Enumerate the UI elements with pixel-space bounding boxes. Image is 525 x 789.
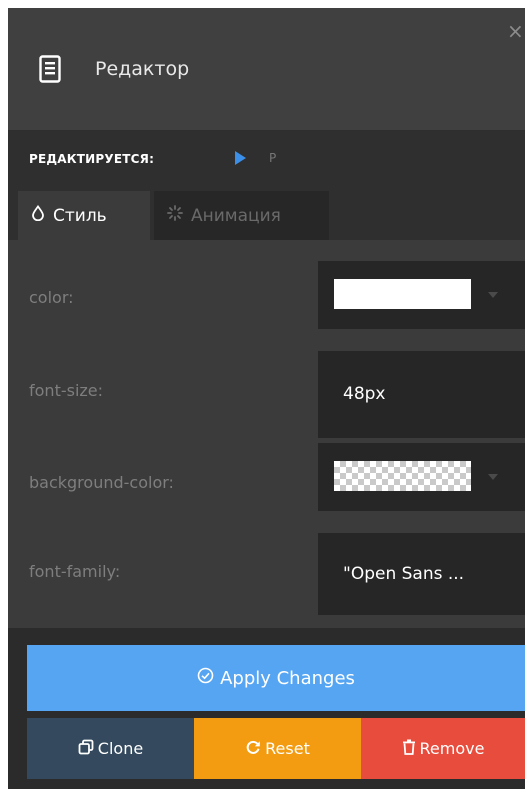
- editor-panel: Редактор × РЕДАКТИРУЕТСЯ: P Стиль Анимац…: [8, 8, 525, 789]
- editor-title: Редактор: [95, 58, 190, 80]
- clone-button[interactable]: Clone: [27, 718, 194, 779]
- chevron-down-icon: [488, 474, 498, 480]
- editing-status-bar: РЕДАКТИРУЕТСЯ: P: [8, 131, 525, 186]
- remove-button[interactable]: Remove: [361, 718, 525, 779]
- editing-target: P: [269, 151, 277, 165]
- check-circle-icon: [197, 667, 214, 689]
- prop-label-background-color: background-color:: [29, 473, 174, 492]
- tab-animation-label: Анимация: [191, 205, 281, 226]
- tab-style-label: Стиль: [53, 205, 107, 226]
- trash-icon: [402, 739, 416, 759]
- play-icon: [235, 151, 246, 165]
- editing-label: РЕДАКТИРУЕТСЯ:: [29, 152, 155, 166]
- tab-style[interactable]: Стиль: [18, 191, 150, 240]
- sparkle-icon: [167, 205, 183, 226]
- refresh-icon: [245, 739, 261, 759]
- font-family-input[interactable]: "Open Sans ...: [318, 533, 525, 615]
- font-size-input[interactable]: 48px: [318, 351, 525, 438]
- clone-icon: [78, 739, 94, 759]
- prop-label-color: color:: [29, 288, 74, 307]
- chevron-down-icon: [488, 292, 498, 298]
- style-properties: color: font-size: 48px background-color:…: [8, 240, 525, 628]
- apply-changes-button[interactable]: Apply Changes: [27, 645, 525, 711]
- background-color-picker[interactable]: [318, 443, 525, 511]
- reset-label: Reset: [265, 739, 310, 758]
- close-icon[interactable]: ×: [507, 20, 525, 42]
- font-size-value: 48px: [343, 384, 386, 404]
- remove-label: Remove: [419, 739, 485, 758]
- prop-label-font-family: font-family:: [29, 562, 121, 581]
- drop-icon: [31, 204, 45, 226]
- prop-label-font-size: font-size:: [29, 381, 104, 400]
- color-swatch: [334, 279, 471, 309]
- reset-button[interactable]: Reset: [194, 718, 361, 779]
- clone-label: Clone: [97, 739, 144, 758]
- document-icon: [39, 55, 61, 83]
- font-family-value: "Open Sans ...: [343, 564, 465, 584]
- tab-animation[interactable]: Анимация: [154, 191, 329, 240]
- color-picker[interactable]: [318, 261, 525, 329]
- editor-header: Редактор ×: [8, 8, 525, 131]
- apply-changes-label: Apply Changes: [220, 667, 355, 689]
- editor-footer: Apply Changes Clone Reset Remove: [8, 628, 525, 789]
- background-color-swatch: [334, 461, 471, 491]
- editor-tabs: Стиль Анимация: [8, 186, 525, 240]
